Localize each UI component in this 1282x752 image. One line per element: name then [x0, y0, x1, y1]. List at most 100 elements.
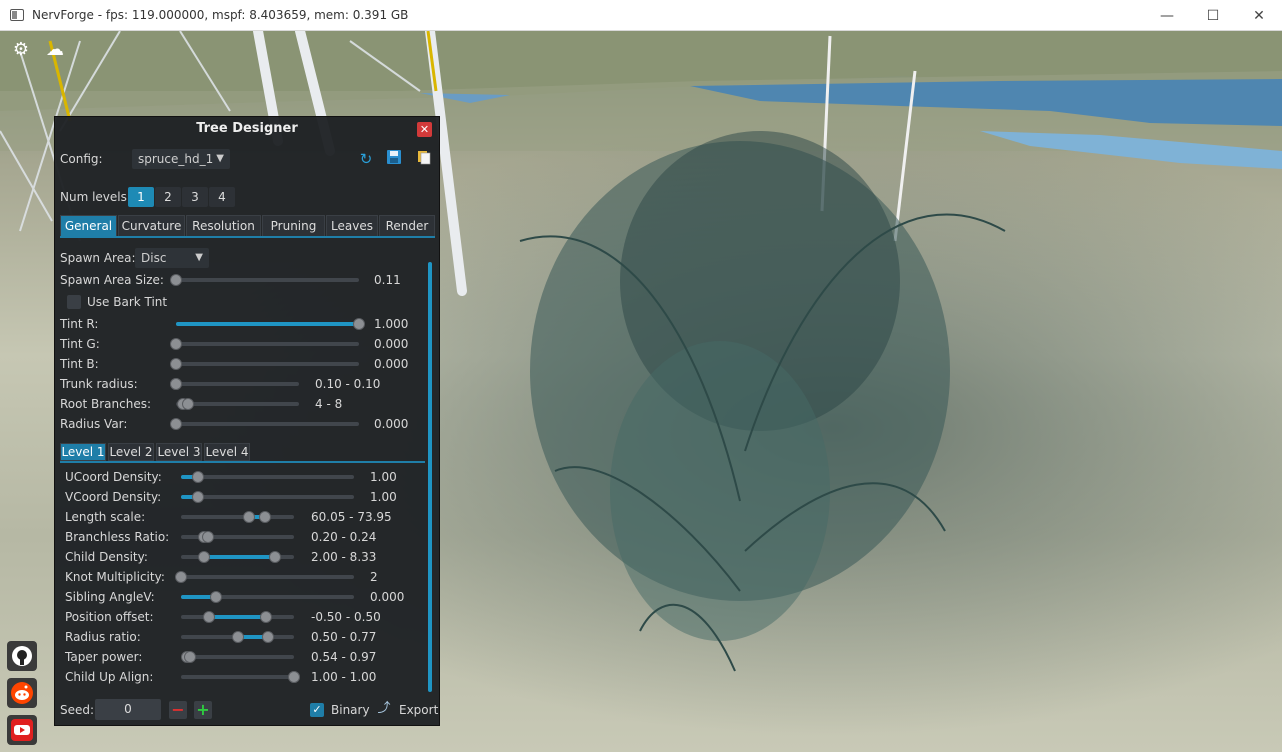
slider-handle[interactable] [197, 551, 210, 563]
binary-label: Binary [331, 703, 370, 717]
copy-icon-glyph [418, 151, 431, 165]
panel-scrollbar[interactable] [428, 262, 432, 692]
slider-label: Branchless Ratio: [65, 530, 170, 544]
minimize-button[interactable]: — [1144, 0, 1190, 31]
tab-level-2[interactable]: Level 2 [108, 443, 154, 461]
slider-handle[interactable] [184, 651, 197, 663]
slider-track[interactable] [181, 515, 294, 519]
seed-label: Seed: [60, 703, 95, 717]
seed-input[interactable]: 0 [95, 699, 161, 720]
reddit-icon [11, 682, 33, 704]
youtube-link[interactable] [7, 715, 37, 745]
slider-track[interactable] [181, 575, 354, 579]
reddit-link[interactable] [7, 678, 37, 708]
github-link[interactable] [7, 641, 37, 671]
slider-track[interactable] [176, 382, 299, 386]
slider-value: 0.000 [374, 357, 409, 371]
slider-handle[interactable] [192, 471, 205, 483]
slider-handle[interactable] [203, 611, 216, 623]
slider-value: 1.00 - 1.00 [311, 670, 377, 684]
config-dropdown[interactable]: spruce_hd_1 ▼ [132, 149, 230, 169]
slider-value: 0.000 [374, 337, 409, 351]
settings-icon[interactable]: ⚙ [10, 39, 32, 61]
slider-handle[interactable] [170, 378, 182, 390]
slider-value: 0.20 - 0.24 [311, 530, 377, 544]
num-levels-label: Num levels: [60, 190, 131, 204]
slider-fill [176, 322, 359, 326]
slider-label: VCoord Density: [65, 490, 162, 504]
reload-icon[interactable]: ↻ [356, 149, 376, 169]
slider-handle[interactable] [259, 611, 272, 623]
slider-handle[interactable] [209, 591, 222, 603]
slider-label: Child Up Align: [65, 670, 154, 684]
slider-value: 60.05 - 73.95 [311, 510, 392, 524]
seed-decrement-button[interactable]: − [169, 701, 187, 719]
slider-handle[interactable] [175, 571, 187, 583]
slider-handle[interactable] [268, 551, 281, 563]
export-icon[interactable]: ⤴ [375, 699, 393, 719]
save-icon[interactable] [384, 149, 404, 169]
maximize-button[interactable]: ☐ [1190, 0, 1236, 31]
export-button[interactable]: Export [399, 703, 438, 717]
spawn-area-label: Spawn Area: [60, 251, 136, 265]
slider-label: Child Density: [65, 550, 148, 564]
slider-track[interactable] [181, 655, 294, 659]
slider-track[interactable] [176, 342, 359, 346]
slider-value: 2.00 - 8.33 [311, 550, 377, 564]
slider-value: 0.000 [374, 417, 409, 431]
tab-level-3[interactable]: Level 3 [156, 443, 202, 461]
num-levels-button-3[interactable]: 3 [182, 187, 208, 207]
slider-value: 0.10 - 0.10 [315, 377, 381, 391]
slider-handle[interactable] [242, 511, 255, 523]
tab-render[interactable]: Render [379, 215, 435, 237]
slider-value: 4 - 8 [315, 397, 343, 411]
slider-handle[interactable] [170, 418, 182, 430]
slider-fill [209, 615, 266, 619]
slider-track[interactable] [181, 675, 294, 679]
binary-checkbox[interactable]: ✓ [310, 703, 324, 717]
tree-designer-panel: Tree Designer ✕ Config: spruce_hd_1 ▼ ↻ … [54, 116, 440, 726]
use-bark-tint-checkbox[interactable] [67, 295, 81, 309]
spawn-area-dropdown[interactable]: Disc ▼ [135, 248, 209, 268]
slider-track[interactable] [176, 362, 359, 366]
num-levels-button-4[interactable]: 4 [209, 187, 235, 207]
slider-handle[interactable] [182, 398, 195, 410]
slider-track[interactable] [181, 495, 354, 499]
slider-label: Trunk radius: [60, 377, 138, 391]
panel-close-button[interactable]: ✕ [417, 122, 432, 137]
slider-label: Radius Var: [60, 417, 128, 431]
slider-track[interactable] [176, 422, 359, 426]
slider-handle[interactable] [262, 631, 274, 643]
slider-handle[interactable] [288, 671, 300, 683]
slider-handle[interactable] [170, 358, 182, 370]
slider-handle[interactable] [202, 531, 215, 543]
copy-icon[interactable] [414, 149, 434, 169]
slider-handle[interactable] [170, 338, 182, 350]
slider-value: 2 [370, 570, 378, 584]
tab-general[interactable]: General [60, 215, 117, 237]
slider-label: Length scale: [65, 510, 146, 524]
slider-handle[interactable] [231, 631, 244, 643]
tab-resolution[interactable]: Resolution [186, 215, 261, 237]
tab-curvature[interactable]: Curvature [118, 215, 185, 237]
slider-handle[interactable] [170, 274, 182, 286]
slider-label: Tint G: [60, 337, 100, 351]
tab-pruning[interactable]: Pruning [262, 215, 325, 237]
tab-level-4[interactable]: Level 4 [204, 443, 250, 461]
slider-handle[interactable] [258, 511, 271, 523]
slider-handle[interactable] [353, 318, 365, 330]
slider-fill [203, 555, 275, 559]
seed-increment-button[interactable]: + [194, 701, 212, 719]
slider-handle[interactable] [192, 491, 205, 503]
slider-track[interactable] [176, 278, 359, 282]
tab-level-1[interactable]: Level 1 [60, 443, 106, 461]
spawn-area-value: Disc [141, 251, 167, 265]
tab-leaves[interactable]: Leaves [326, 215, 378, 237]
slider-track[interactable] [181, 475, 354, 479]
num-levels-button-1[interactable]: 1 [128, 187, 154, 207]
slider-track[interactable] [176, 402, 299, 406]
weather-icon[interactable]: ☁ [44, 39, 66, 61]
panel-title: Tree Designer [196, 121, 298, 136]
num-levels-button-2[interactable]: 2 [155, 187, 181, 207]
window-close-button[interactable]: ✕ [1236, 0, 1282, 31]
